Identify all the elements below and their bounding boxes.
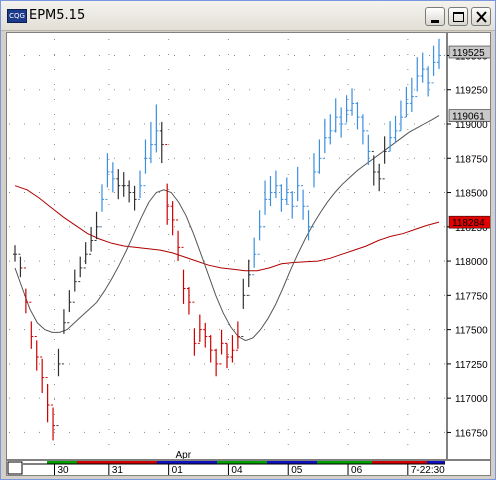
title-bar[interactable]: CQG EPM5.15 xyxy=(1,1,495,31)
time-scroll-box xyxy=(7,461,23,475)
price-tick-label: 119250 xyxy=(455,86,488,97)
window-title: EPM5.15 xyxy=(29,8,86,23)
price-tick-label: 118500 xyxy=(455,189,488,200)
date-label: 01 xyxy=(172,465,184,475)
price-tick-label: 117500 xyxy=(455,326,488,337)
time-axis: 30 31 01 04 05 06 7-22:30 xyxy=(7,461,445,476)
minimize-button[interactable] xyxy=(425,7,445,26)
price-tick-label: 118750 xyxy=(455,154,488,165)
price-tick-label: 117750 xyxy=(455,291,488,302)
slow-moving-average-line xyxy=(14,185,440,272)
date-label: 30 xyxy=(57,465,69,475)
chart-plot-area[interactable]: 116750 117000 117250 117500 117750 118000 1182… xyxy=(6,32,492,461)
date-label: 06 xyxy=(351,465,363,475)
price-chart[interactable]: 116750 117000 117250 117500 117750 118000 1182… xyxy=(7,33,492,461)
fast-moving-average-line xyxy=(14,115,440,342)
minimize-icon xyxy=(431,20,439,23)
close-button[interactable] xyxy=(471,7,491,26)
price-tick-label: 117250 xyxy=(455,360,488,371)
cqg-app-icon[interactable]: CQG xyxy=(7,9,27,23)
price-tag-label: 119525 xyxy=(452,48,485,59)
date-label: 04 xyxy=(231,465,243,475)
price-tick-label: 118000 xyxy=(455,257,488,268)
price-tag-label: 119061 xyxy=(452,112,485,123)
price-tick-label: 116750 xyxy=(455,428,488,439)
time-axis-bar: 30 31 01 04 05 06 7-22:30 xyxy=(6,460,491,476)
close-icon xyxy=(476,11,487,23)
chart-window: CQG EPM5.15 116750 117000 117250 117500 1177… xyxy=(0,0,496,480)
maximize-button[interactable] xyxy=(448,7,468,26)
date-label: 7-22:30 xyxy=(411,465,445,475)
month-label: Apr xyxy=(176,450,192,459)
date-label: 31 xyxy=(112,465,124,475)
price-tag-label: 118284 xyxy=(452,218,485,229)
price-tick-label: 117000 xyxy=(455,394,488,405)
date-label: 05 xyxy=(291,465,303,475)
maximize-icon xyxy=(453,12,464,22)
